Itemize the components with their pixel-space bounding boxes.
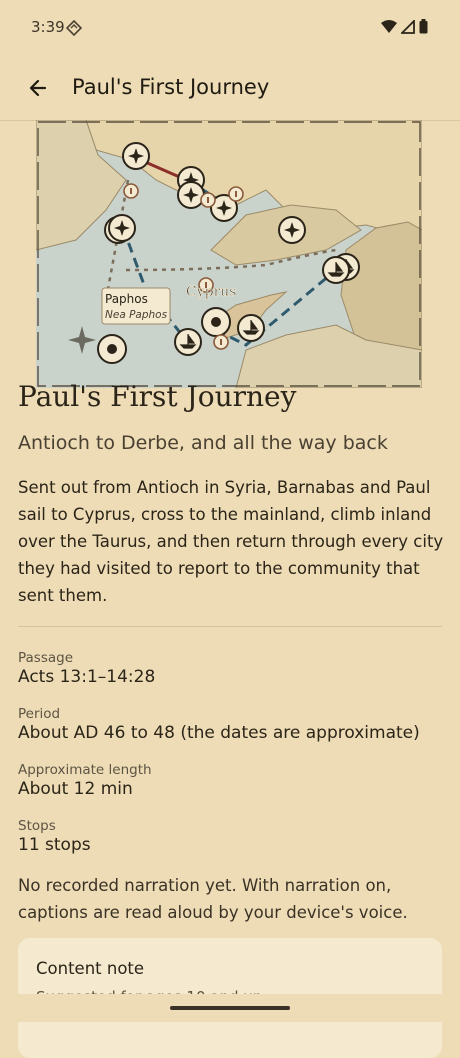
detail-label: Passage [18,650,74,666]
status-bar: 3:39 [0,0,460,56]
detail-length: Approximate length About 12 min [18,762,152,799]
stop-pin-star[interactable] [177,181,205,209]
journey-description: Sent out from Antioch in Syria, Barnabas… [18,478,444,605]
app-bar: Paul's First Journey [0,56,460,121]
info-pin[interactable] [213,334,229,350]
detail-value: 11 stops [18,835,91,855]
detail-period: Period About AD 46 to 48 (the dates are … [18,706,420,743]
detail-label: Period [18,706,61,722]
stop-pin-ship[interactable] [322,256,350,284]
battery-icon [419,19,428,34]
detail-passage: Passage Acts 13:1–14:28 [18,650,155,687]
divider [18,626,442,627]
app-bar-title: Paul's First Journey [72,75,270,99]
narration-note: No recorded narration yet. With narratio… [18,876,408,922]
stop-pin-star[interactable] [122,142,150,170]
detail-value: About AD 46 to 48 (the dates are approxi… [18,723,420,743]
detail-value: Acts 13:1–14:28 [18,667,156,687]
content-note-title: Content note [36,959,145,978]
detail-value: About 12 min [18,779,133,799]
detail-label: Stops [18,818,56,834]
journey-subtitle: Antioch to Derbe, and all the way back [18,432,388,454]
stop-pin-ship[interactable] [174,328,202,356]
info-pin[interactable] [123,183,139,199]
cell-signal-icon [401,19,415,34]
stop-pin-star[interactable] [278,216,306,244]
detail-stops: Stops 11 stops [18,818,91,855]
stop-pin-ship[interactable] [237,314,265,342]
gesture-nav-handle[interactable] [170,1006,290,1010]
status-time: 3:39 [31,18,65,36]
place-label-card[interactable]: Paphos Nea Paphos [101,287,171,325]
stop-pin-current[interactable] [97,334,127,364]
stop-pin-current[interactable] [201,307,231,337]
region-label: Cyprus [186,284,236,300]
arrow-back-icon [29,79,47,97]
back-button[interactable] [22,72,54,104]
diamond-status-icon [66,20,82,36]
info-pin[interactable] [200,192,216,208]
status-icons [381,19,428,34]
journey-map[interactable]: Paphos Nea Paphos Cyprus [36,120,422,388]
place-label-title: Paphos [105,292,148,306]
place-label-subtitle: Nea Paphos [105,309,168,321]
detail-label: Approximate length [18,762,152,778]
stop-pin-star[interactable] [108,214,136,242]
info-pin[interactable] [228,186,244,202]
wifi-icon [381,19,397,33]
journey-title: Paul's First Journey [18,380,297,413]
